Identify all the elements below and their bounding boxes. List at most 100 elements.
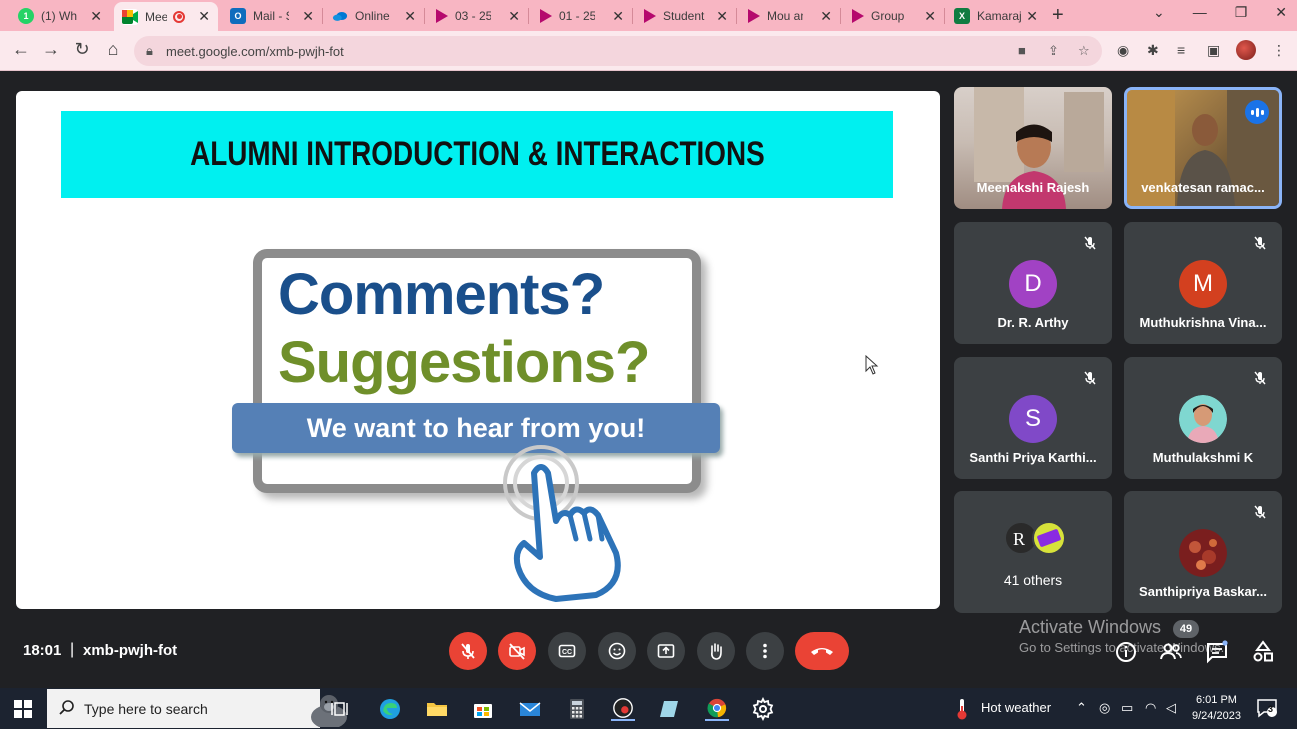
address-bar[interactable]: 🔒︎ meet.google.com/xmb-pwjh-fot ■ ⇪ ☆ bbox=[134, 36, 1102, 66]
microphone-toggle-button[interactable] bbox=[449, 632, 487, 670]
wifi-icon[interactable]: ◠ bbox=[1145, 700, 1156, 716]
close-tab-icon[interactable]: ✕ bbox=[924, 8, 936, 25]
avatar: S bbox=[1009, 395, 1057, 443]
tab-meet[interactable]: Meet ✕ bbox=[114, 2, 218, 31]
task-view-icon[interactable] bbox=[330, 697, 354, 721]
home-button[interactable]: ⌂ bbox=[101, 39, 125, 60]
participant-tile-others[interactable]: R 41 others bbox=[954, 491, 1112, 613]
emoji-icon bbox=[608, 642, 626, 660]
present-screen-icon bbox=[657, 644, 675, 658]
mic-off-icon bbox=[1254, 236, 1266, 250]
calculator-icon[interactable] bbox=[565, 697, 589, 721]
activities-button[interactable] bbox=[1251, 640, 1275, 664]
volume-icon[interactable]: ◁ bbox=[1166, 700, 1176, 716]
tab-mail[interactable]: O Mail - S ✕ bbox=[222, 3, 322, 29]
tab-01-25[interactable]: 01 - 25 ✕ bbox=[532, 3, 632, 29]
participant-tile-santhipriya-baskar[interactable]: Santhipriya Baskar... bbox=[1124, 491, 1282, 613]
stream-icon bbox=[852, 9, 864, 23]
participant-tile-muthulakshmi[interactable]: Muthulakshmi K bbox=[1124, 357, 1282, 479]
battery-icon[interactable]: ▭ bbox=[1121, 700, 1133, 716]
participant-name: Santhi Priya Karthi... bbox=[969, 450, 1097, 465]
tab-mou[interactable]: Mou an ✕ bbox=[740, 3, 840, 29]
more-options-button[interactable] bbox=[746, 632, 784, 670]
participant-tile-muthukrishna[interactable]: M Muthukrishna Vina... bbox=[1124, 222, 1282, 344]
file-explorer-icon[interactable] bbox=[425, 697, 449, 721]
leave-call-button[interactable] bbox=[795, 632, 849, 670]
clock-time: 6:01 PM bbox=[1195, 694, 1237, 706]
close-tab-icon[interactable]: ✕ bbox=[820, 8, 832, 25]
tab-kamaraj[interactable]: X Kamaraj ✕ bbox=[946, 3, 1046, 29]
participant-tile-santhi-priya[interactable]: S Santhi Priya Karthi... bbox=[954, 357, 1112, 479]
notes-app-icon[interactable] bbox=[658, 697, 682, 721]
search-icon bbox=[59, 700, 74, 715]
tab-group[interactable]: Group p ✕ bbox=[844, 3, 944, 29]
screenshot-icon[interactable]: ◉ bbox=[1117, 42, 1129, 59]
minimize-button[interactable]: — bbox=[1193, 4, 1207, 21]
edge-browser-icon[interactable] bbox=[378, 697, 402, 721]
profile-avatar[interactable] bbox=[1236, 40, 1256, 60]
taskbar-search-box[interactable]: Type here to search bbox=[47, 689, 347, 728]
weather-label[interactable]: Hot weather bbox=[981, 700, 1051, 715]
outlook-icon: O bbox=[230, 8, 246, 24]
microsoft-store-icon[interactable] bbox=[471, 697, 495, 721]
tab-student[interactable]: Student ✕ bbox=[636, 3, 736, 29]
present-now-button[interactable] bbox=[647, 632, 685, 670]
url-text: meet.google.com/xmb-pwjh-fot bbox=[166, 44, 344, 59]
show-hidden-icons-icon[interactable]: ⌃ bbox=[1076, 700, 1087, 716]
extensions-icon[interactable]: ✱ bbox=[1147, 42, 1159, 59]
participant-tile-venkatesan[interactable]: venkatesan ramac... bbox=[1124, 87, 1282, 209]
others-avatars: R bbox=[1004, 521, 1066, 555]
chrome-browser-icon[interactable] bbox=[705, 697, 729, 721]
camera-toggle-button[interactable] bbox=[498, 632, 536, 670]
reload-button[interactable]: ↻ bbox=[70, 39, 94, 60]
close-window-button[interactable]: ✕ bbox=[1275, 4, 1287, 21]
stream-icon bbox=[540, 9, 552, 23]
screen-recorder-icon[interactable] bbox=[611, 697, 635, 721]
participant-tile-arthy[interactable]: D Dr. R. Arthy bbox=[954, 222, 1112, 344]
settings-gear-icon[interactable] bbox=[751, 697, 775, 721]
close-tab-icon[interactable]: ✕ bbox=[716, 8, 728, 25]
restore-button[interactable]: ❐ bbox=[1235, 4, 1248, 21]
close-tab-icon[interactable]: ✕ bbox=[90, 8, 102, 25]
meet-tray-icon[interactable]: ◎ bbox=[1099, 700, 1110, 716]
forward-button[interactable]: → bbox=[39, 39, 63, 60]
tab-search-icon[interactable]: ⌄ bbox=[1153, 4, 1165, 21]
others-count-label: 41 others bbox=[1003, 572, 1063, 588]
excel-icon: X bbox=[954, 8, 970, 24]
reactions-button[interactable] bbox=[598, 632, 636, 670]
camera-in-use-icon[interactable]: ■ bbox=[1018, 43, 1026, 58]
close-tab-icon[interactable]: ✕ bbox=[198, 8, 210, 25]
notification-center-icon[interactable] bbox=[1256, 697, 1278, 719]
new-tab-button[interactable]: + bbox=[1052, 4, 1064, 27]
pointing-hand-icon bbox=[503, 445, 621, 602]
mouse-cursor-icon bbox=[865, 355, 879, 375]
raise-hand-button[interactable] bbox=[697, 632, 735, 670]
chat-button[interactable] bbox=[1205, 640, 1229, 664]
participant-count-badge: 49 bbox=[1173, 620, 1199, 638]
close-tab-icon[interactable]: ✕ bbox=[508, 8, 520, 25]
close-tab-icon[interactable]: ✕ bbox=[302, 8, 314, 25]
close-tab-icon[interactable]: ✕ bbox=[1026, 8, 1038, 25]
weather-thermometer-icon[interactable] bbox=[955, 697, 969, 721]
close-tab-icon[interactable]: ✕ bbox=[612, 8, 624, 25]
mail-app-icon[interactable] bbox=[518, 697, 542, 721]
share-icon[interactable]: ⇪ bbox=[1048, 43, 1059, 59]
system-clock[interactable]: 6:01 PM 9/24/2023 bbox=[1192, 692, 1241, 724]
captions-button[interactable]: CC bbox=[548, 632, 586, 670]
side-panel-icon[interactable]: ▣ bbox=[1207, 42, 1220, 59]
menu-kebab-icon[interactable]: ⋮ bbox=[1272, 42, 1286, 59]
tab-03-25[interactable]: 03 - 25 ✕ bbox=[428, 3, 528, 29]
media-control-icon[interactable]: ≡ bbox=[1177, 42, 1185, 58]
back-button[interactable]: ← bbox=[9, 39, 33, 60]
bookmark-star-icon[interactable]: ☆ bbox=[1078, 43, 1090, 59]
participant-tile-meenakshi[interactable]: Meenakshi Rajesh bbox=[954, 87, 1112, 209]
tab-whatsapp[interactable]: 1 (1) What ✕ bbox=[10, 3, 110, 29]
close-tab-icon[interactable]: ✕ bbox=[404, 8, 416, 25]
people-button[interactable] bbox=[1159, 640, 1183, 664]
tab-online[interactable]: Online A ✕ bbox=[324, 3, 424, 29]
slide-banner: ALUMNI INTRODUCTION & INTERACTIONS bbox=[61, 111, 893, 198]
browser-tab-strip: 1 (1) What ✕ Meet ✕ O Mail - S ✕ Online … bbox=[0, 0, 1297, 31]
meeting-details-button[interactable] bbox=[1114, 640, 1138, 664]
windows-start-button[interactable] bbox=[14, 700, 32, 718]
lock-icon[interactable]: 🔒︎ bbox=[146, 43, 153, 59]
